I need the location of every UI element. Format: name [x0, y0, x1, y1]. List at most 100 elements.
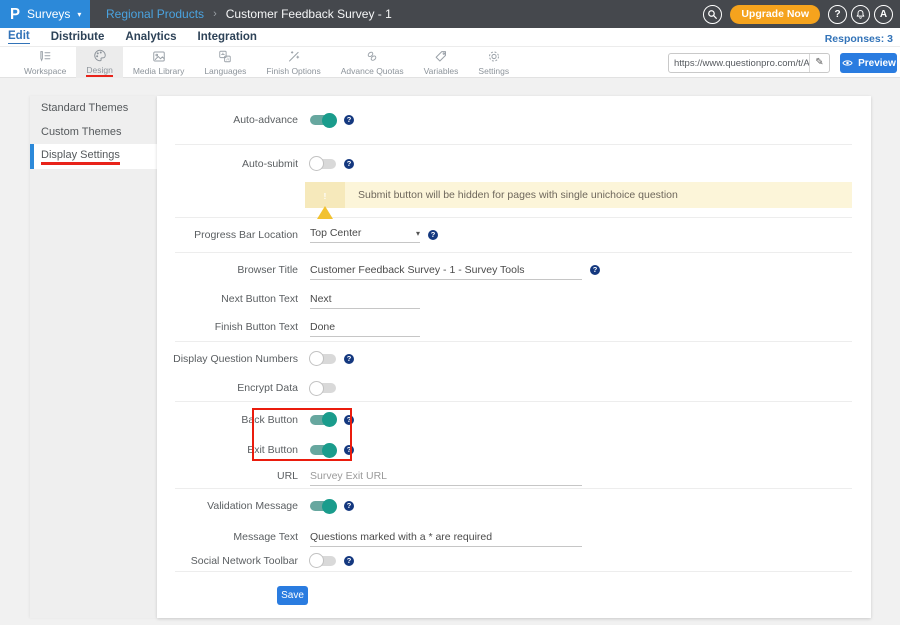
progress-bar-location-select[interactable]: Top Center ▾ — [310, 227, 420, 243]
nav-item-edit[interactable]: Edit — [8, 30, 30, 44]
survey-url-box[interactable]: https://www.questionpro.com/t/APNrFZ ✎ — [668, 53, 830, 73]
chevron-down-icon: ▾ — [77, 10, 81, 19]
social-network-toolbar-toggle[interactable] — [310, 556, 336, 566]
progress-bar-location-value: Top Center — [310, 227, 361, 239]
avatar[interactable]: A — [874, 5, 893, 24]
message-text-row: Message Text — [157, 523, 871, 550]
nav-item-analytics[interactable]: Analytics — [125, 31, 176, 44]
finish-button-text-input[interactable] — [310, 321, 420, 337]
exit-url-label: URL — [157, 470, 298, 482]
validation-message-toggle[interactable] — [310, 501, 336, 511]
toolbar-tab-label: Variables — [424, 67, 459, 76]
progress-bar-location-help-icon[interactable]: ? — [428, 230, 438, 240]
encrypt-data-toggle[interactable] — [310, 383, 336, 393]
toolbar-tab-workspace[interactable]: Workspace — [14, 47, 76, 78]
auto-advance-label: Auto-advance — [157, 114, 298, 126]
top-bar: P Surveys ▾ Regional Products › Customer… — [0, 0, 900, 28]
chevron-down-icon: ▾ — [416, 229, 420, 238]
auto-advance-help-icon[interactable]: ? — [344, 115, 354, 125]
next-button-text-input[interactable] — [310, 293, 420, 309]
display-question-numbers-toggle[interactable] — [310, 354, 336, 364]
toolbar-tab-variables[interactable]: Variables — [414, 47, 469, 78]
search-button[interactable] — [703, 5, 722, 24]
encrypt-data-row: Encrypt Data — [157, 375, 871, 401]
social-network-toolbar-help-icon[interactable]: ? — [344, 556, 354, 566]
exit-button-label: Exit Button — [157, 444, 298, 456]
preview-button[interactable]: Preview — [840, 53, 897, 73]
back-button-toggle[interactable] — [310, 415, 336, 425]
page-background: Standard Themes Custom Themes Display Se… — [0, 78, 900, 625]
survey-nav: Edit Distribute Analytics Integration — [0, 28, 900, 47]
social-network-toolbar-label: Social Network Toolbar — [157, 555, 298, 567]
finish-button-text-label: Finish Button Text — [157, 321, 298, 333]
social-network-toolbar-row: Social Network Toolbar ? — [157, 550, 871, 571]
validation-message-help-icon[interactable]: ? — [344, 501, 354, 511]
warning-icon-cell: ! — [305, 182, 345, 208]
upgrade-now-button[interactable]: Upgrade Now — [730, 5, 820, 24]
toolbar-tab-settings[interactable]: Settings — [468, 47, 519, 78]
search-icon — [707, 9, 718, 20]
auto-submit-label: Auto-submit — [157, 158, 298, 170]
topbar-actions: Upgrade Now ? A — [703, 0, 893, 28]
toolbar-tab-label: Finish Options — [266, 67, 320, 76]
breadcrumb: Regional Products › Customer Feedback Su… — [106, 7, 392, 21]
breadcrumb-parent[interactable]: Regional Products — [106, 7, 204, 21]
exit-button-toggle[interactable] — [310, 445, 336, 455]
progress-bar-location-row: Progress Bar Location Top Center ▾ ? — [157, 218, 871, 252]
notifications-button[interactable] — [851, 5, 870, 24]
edit-url-pencil-icon[interactable]: ✎ — [809, 54, 829, 72]
edit-toolbar: Workspace Design Media Library A Languag… — [0, 47, 900, 78]
back-button-row: Back Button ? — [157, 402, 871, 437]
tag-icon — [433, 49, 449, 64]
toolbar-tab-finish-options[interactable]: Finish Options — [256, 47, 330, 78]
nav-item-integration[interactable]: Integration — [198, 31, 257, 44]
message-text-input[interactable] — [310, 531, 582, 547]
browser-title-row: Browser Title ? — [157, 253, 871, 286]
toolbar-tab-media-library[interactable]: Media Library — [123, 47, 195, 78]
exit-button-help-icon[interactable]: ? — [344, 445, 354, 455]
nav-item-distribute[interactable]: Distribute — [51, 31, 105, 44]
back-button-label: Back Button — [157, 414, 298, 426]
toolbar-tab-label: Media Library — [133, 67, 185, 76]
auto-submit-row: Auto-submit ? — [157, 145, 871, 182]
help-menu-button[interactable]: ? — [828, 5, 847, 24]
save-button[interactable]: Save — [277, 586, 308, 605]
warning-banner: ! Submit button will be hidden for pages… — [305, 182, 852, 208]
display-settings-panel: Auto-advance ? Auto-submit ? ! Submit bu… — [157, 96, 871, 618]
image-icon — [151, 49, 167, 64]
exit-button-row: Exit Button ? — [157, 437, 871, 463]
message-text-label: Message Text — [157, 531, 298, 543]
red-underline-annotation: Display Settings — [41, 149, 120, 165]
preview-button-label: Preview — [858, 58, 896, 69]
browser-title-input[interactable] — [310, 264, 582, 280]
design-sidebar: Standard Themes Custom Themes Display Se… — [30, 96, 157, 618]
palette-icon — [92, 48, 108, 63]
survey-url-text[interactable]: https://www.questionpro.com/t/APNrFZ — [669, 58, 809, 69]
workspace-icon — [37, 49, 53, 64]
next-button-text-row: Next Button Text — [157, 286, 871, 312]
auto-advance-toggle[interactable] — [310, 115, 336, 125]
back-button-help-icon[interactable]: ? — [344, 415, 354, 425]
bell-icon — [855, 9, 866, 20]
browser-title-help-icon[interactable]: ? — [590, 265, 600, 275]
exit-url-input[interactable] — [310, 470, 582, 486]
surveys-menu[interactable]: P Surveys ▾ — [0, 0, 90, 28]
auto-submit-help-icon[interactable]: ? — [344, 159, 354, 169]
auto-submit-toggle[interactable] — [310, 159, 336, 169]
sidebar-item-standard-themes[interactable]: Standard Themes — [30, 96, 157, 120]
sidebar-item-custom-themes[interactable]: Custom Themes — [30, 120, 157, 144]
toolbar-tab-languages[interactable]: A Languages — [194, 47, 256, 78]
validation-message-row: Validation Message ? — [157, 489, 871, 523]
finish-button-text-row: Finish Button Text — [157, 312, 871, 341]
browser-title-label: Browser Title — [157, 264, 298, 276]
auto-advance-row: Auto-advance ? — [157, 96, 871, 144]
toolbar-tab-design[interactable]: Design — [76, 47, 122, 78]
toolbar-tab-advance-quotas[interactable]: Advance Quotas — [331, 47, 414, 78]
sidebar-item-display-settings[interactable]: Display Settings — [30, 144, 157, 169]
questionpro-logo: P — [10, 6, 20, 22]
display-question-numbers-help-icon[interactable]: ? — [344, 354, 354, 364]
validation-message-label: Validation Message — [157, 500, 298, 512]
wand-icon — [286, 49, 302, 64]
responses-count[interactable]: Responses: 3 — [825, 33, 893, 45]
gear-icon — [486, 49, 502, 64]
